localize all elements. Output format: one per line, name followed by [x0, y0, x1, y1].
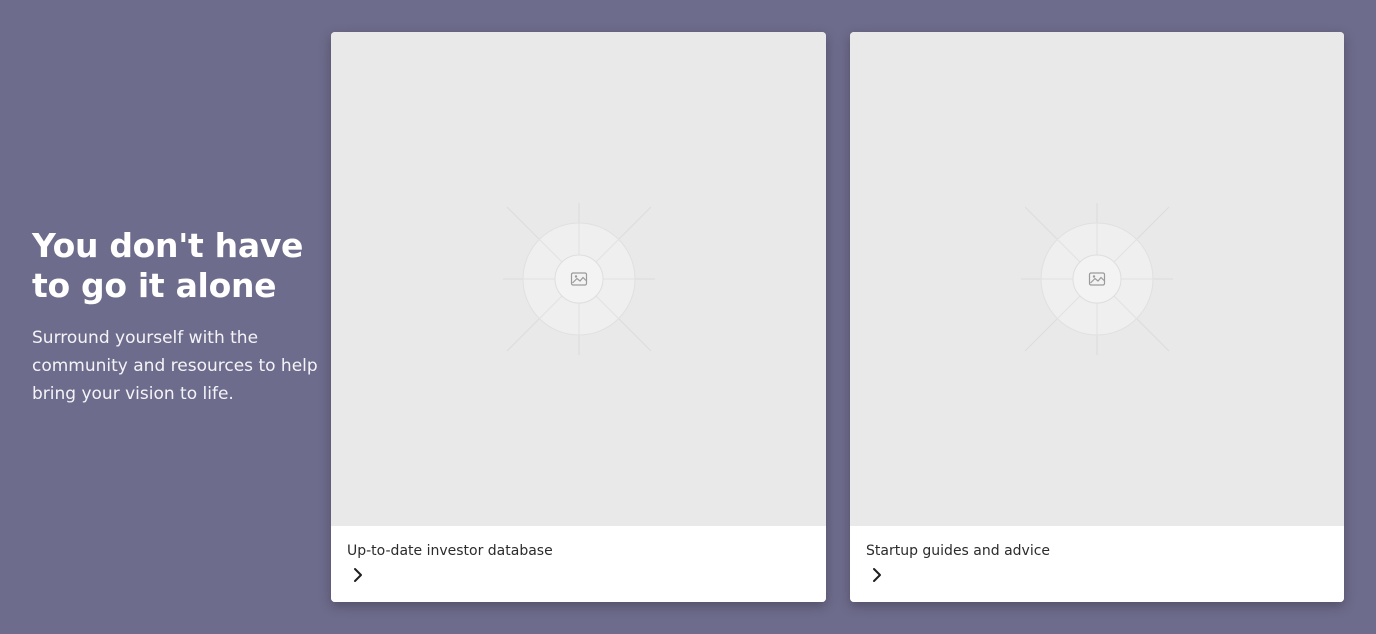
- card-title[interactable]: Startup guides and advice: [866, 543, 1050, 559]
- card-image: [850, 32, 1344, 526]
- section-description: Surround yourself with the community and…: [32, 328, 318, 404]
- image-placeholder-icon: [1021, 203, 1173, 355]
- section-heading: You don't have to go it alone: [32, 226, 304, 305]
- image-placeholder-icon: [502, 203, 655, 355]
- intro-section: You don't have to go it alone Surround y…: [32, 226, 328, 408]
- card-startup-guides[interactable]: Startup guides and advice: [850, 32, 1344, 602]
- card-footer: Up-to-date investor database: [331, 526, 826, 602]
- card-investor-database[interactable]: Up-to-date investor database: [331, 32, 826, 602]
- card-title[interactable]: Up-to-date investor database: [347, 543, 553, 559]
- card-image: [331, 32, 826, 526]
- chevron-right-icon[interactable]: [870, 567, 886, 583]
- card-footer: Startup guides and advice: [850, 526, 1344, 602]
- chevron-right-icon[interactable]: [351, 567, 367, 583]
